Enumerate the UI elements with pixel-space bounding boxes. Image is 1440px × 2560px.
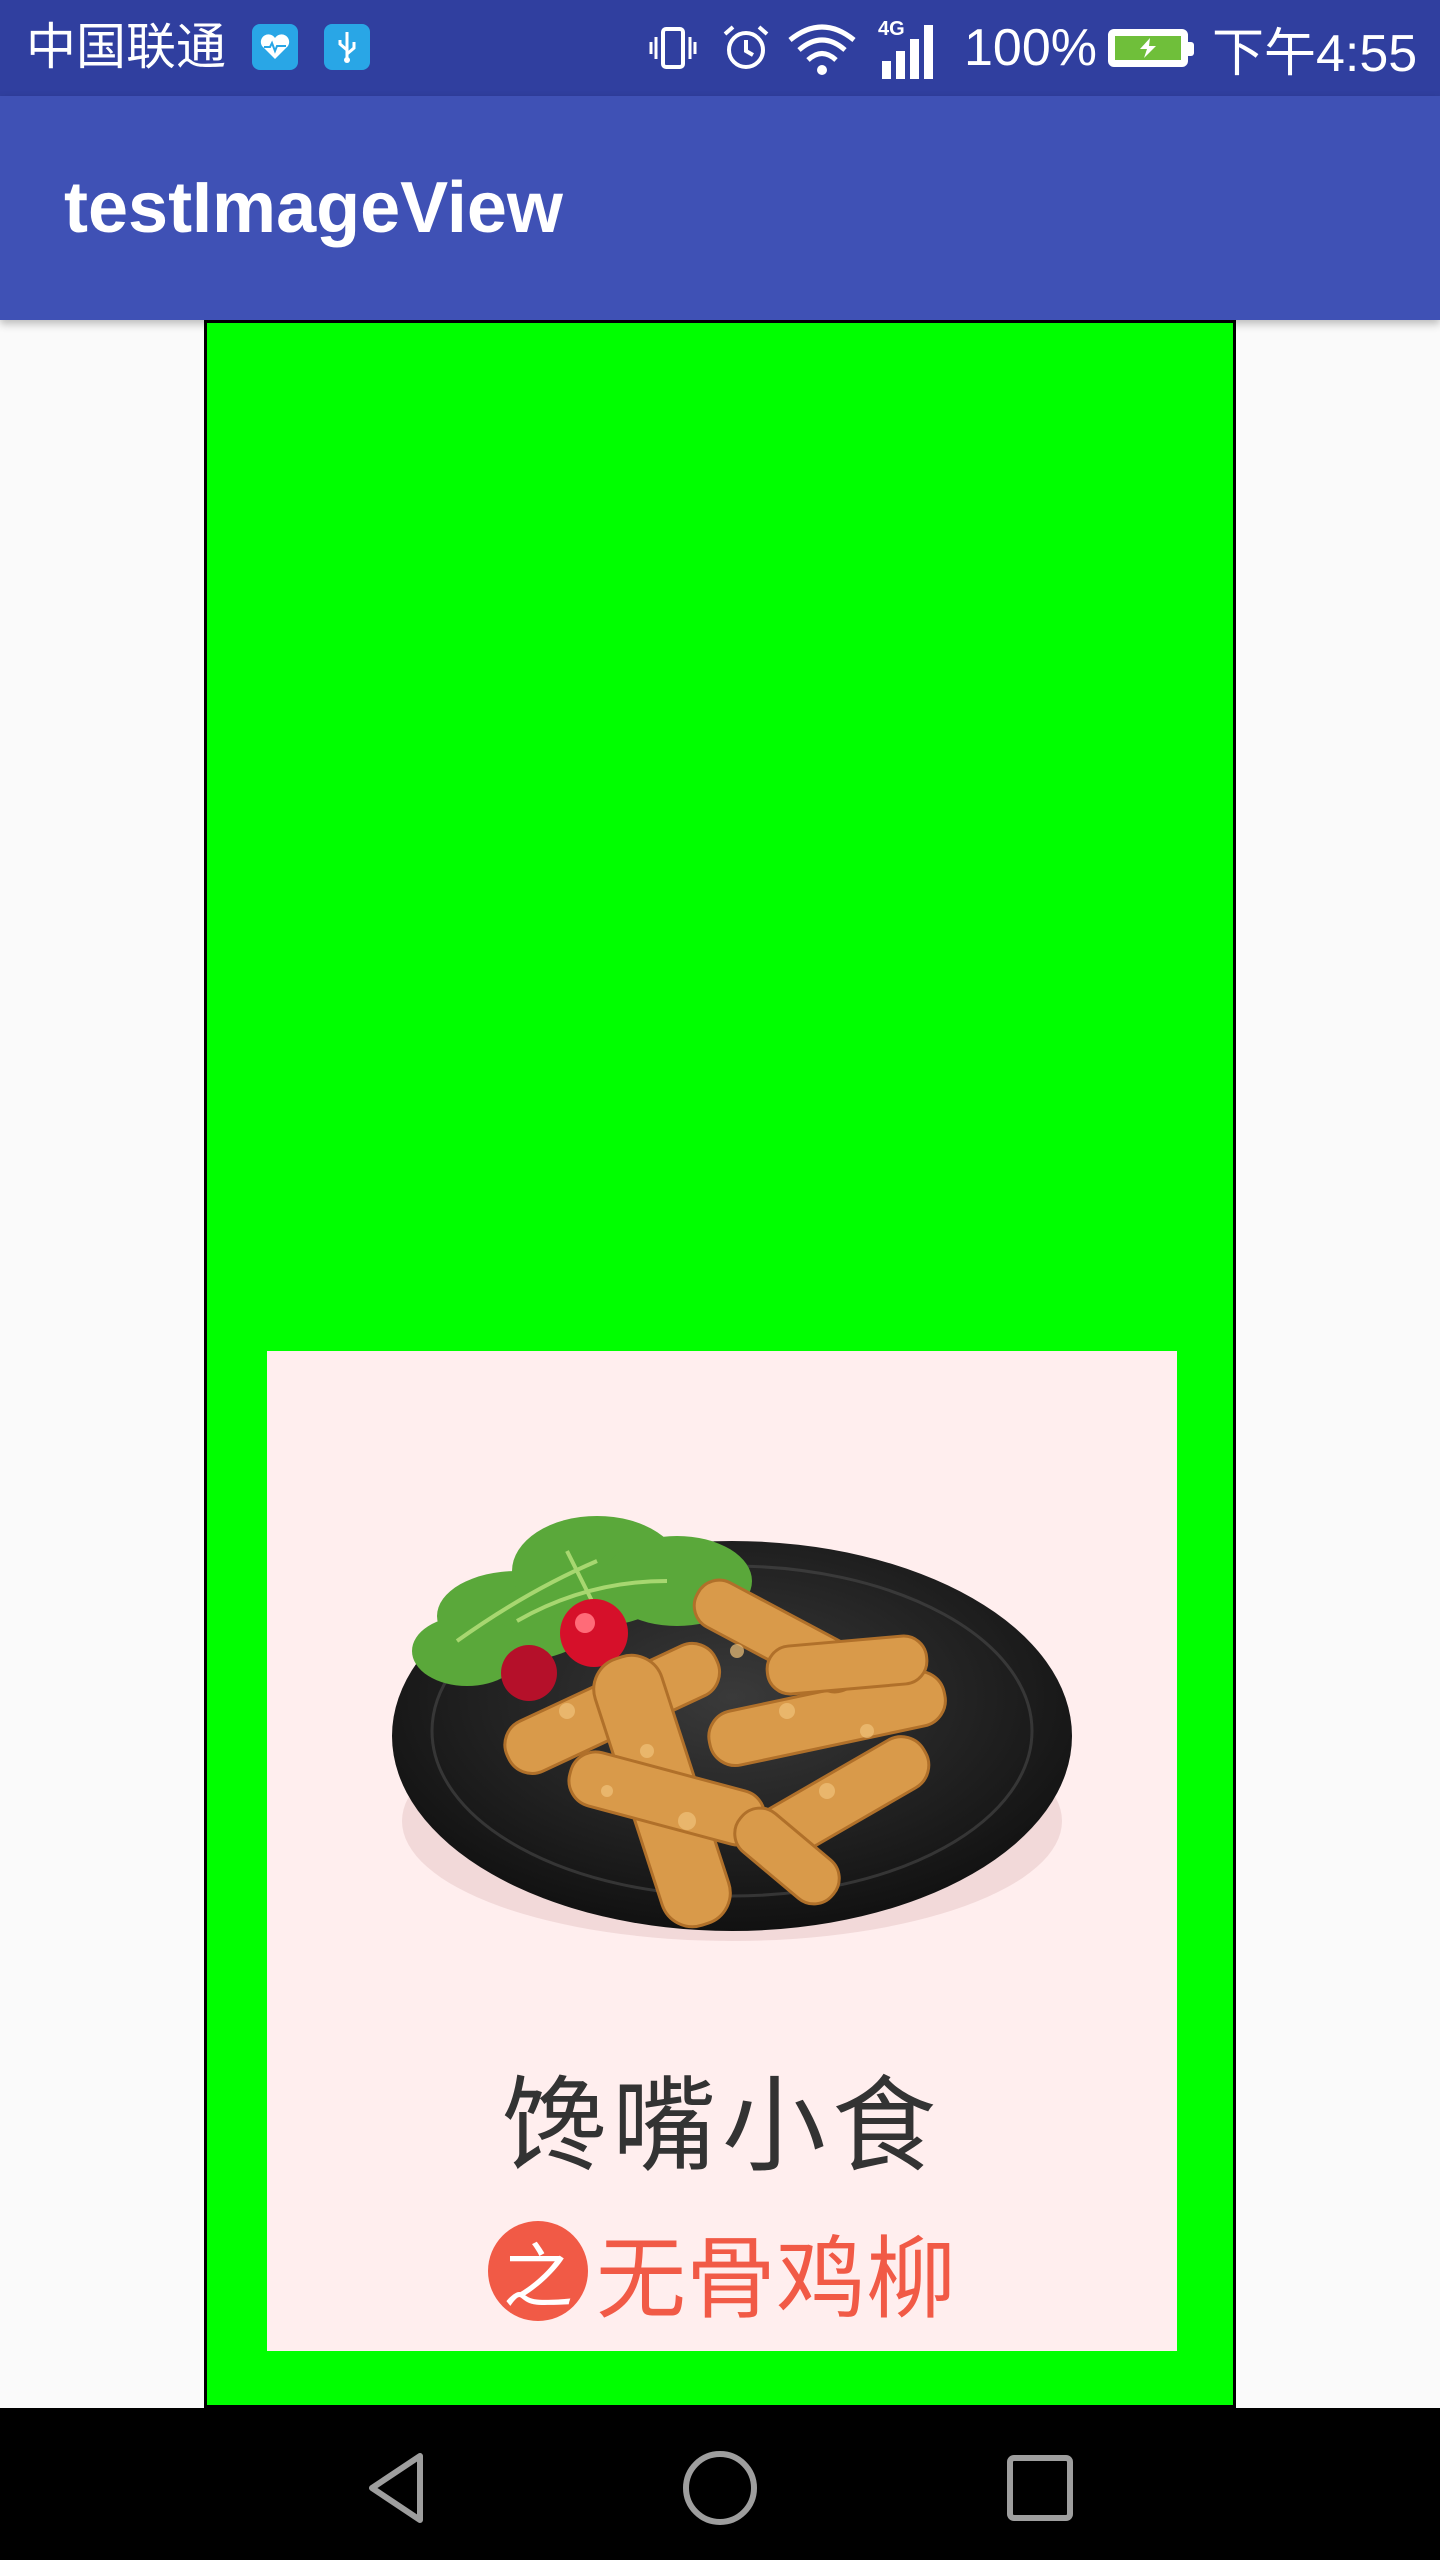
home-icon[interactable] xyxy=(670,2438,770,2538)
carrier-name: 中国联通 xyxy=(26,18,226,76)
card-title: 馋嘴小食 xyxy=(501,2065,942,2187)
back-icon[interactable] xyxy=(350,2438,450,2538)
clock: 下午4:55 xyxy=(1212,24,1418,83)
usb-icon xyxy=(324,24,370,70)
wifi-icon xyxy=(786,0,858,96)
image-view: 馋嘴小食 之 无骨鸡柳 xyxy=(204,320,1236,2408)
recents-icon[interactable] xyxy=(990,2438,1090,2538)
navigation-bar xyxy=(0,2408,1440,2560)
app-bar: testImageView xyxy=(0,96,1440,320)
card-subtitle: 无骨鸡柳 xyxy=(596,2227,956,2332)
signal-icon: 4G xyxy=(878,0,944,96)
battery-percent: 100% xyxy=(964,19,1097,77)
food-image: 馋嘴小食 之 无骨鸡柳 xyxy=(267,1351,1177,2351)
brand-badge-icon: 之 xyxy=(488,2221,588,2321)
alarm-icon xyxy=(720,0,772,96)
app-title: testImageView xyxy=(64,168,563,248)
health-icon xyxy=(252,24,298,70)
fried-chicken-plate-illustration xyxy=(392,1516,1072,1941)
vibrate-icon xyxy=(648,0,698,96)
status-bar: 中国联通 4G 100% 下午4:55 xyxy=(0,0,1440,96)
battery-icon xyxy=(1108,0,1194,96)
card-subtitle-row: 之 无骨鸡柳 xyxy=(267,2206,1177,2336)
network-type: 4G xyxy=(878,18,905,40)
